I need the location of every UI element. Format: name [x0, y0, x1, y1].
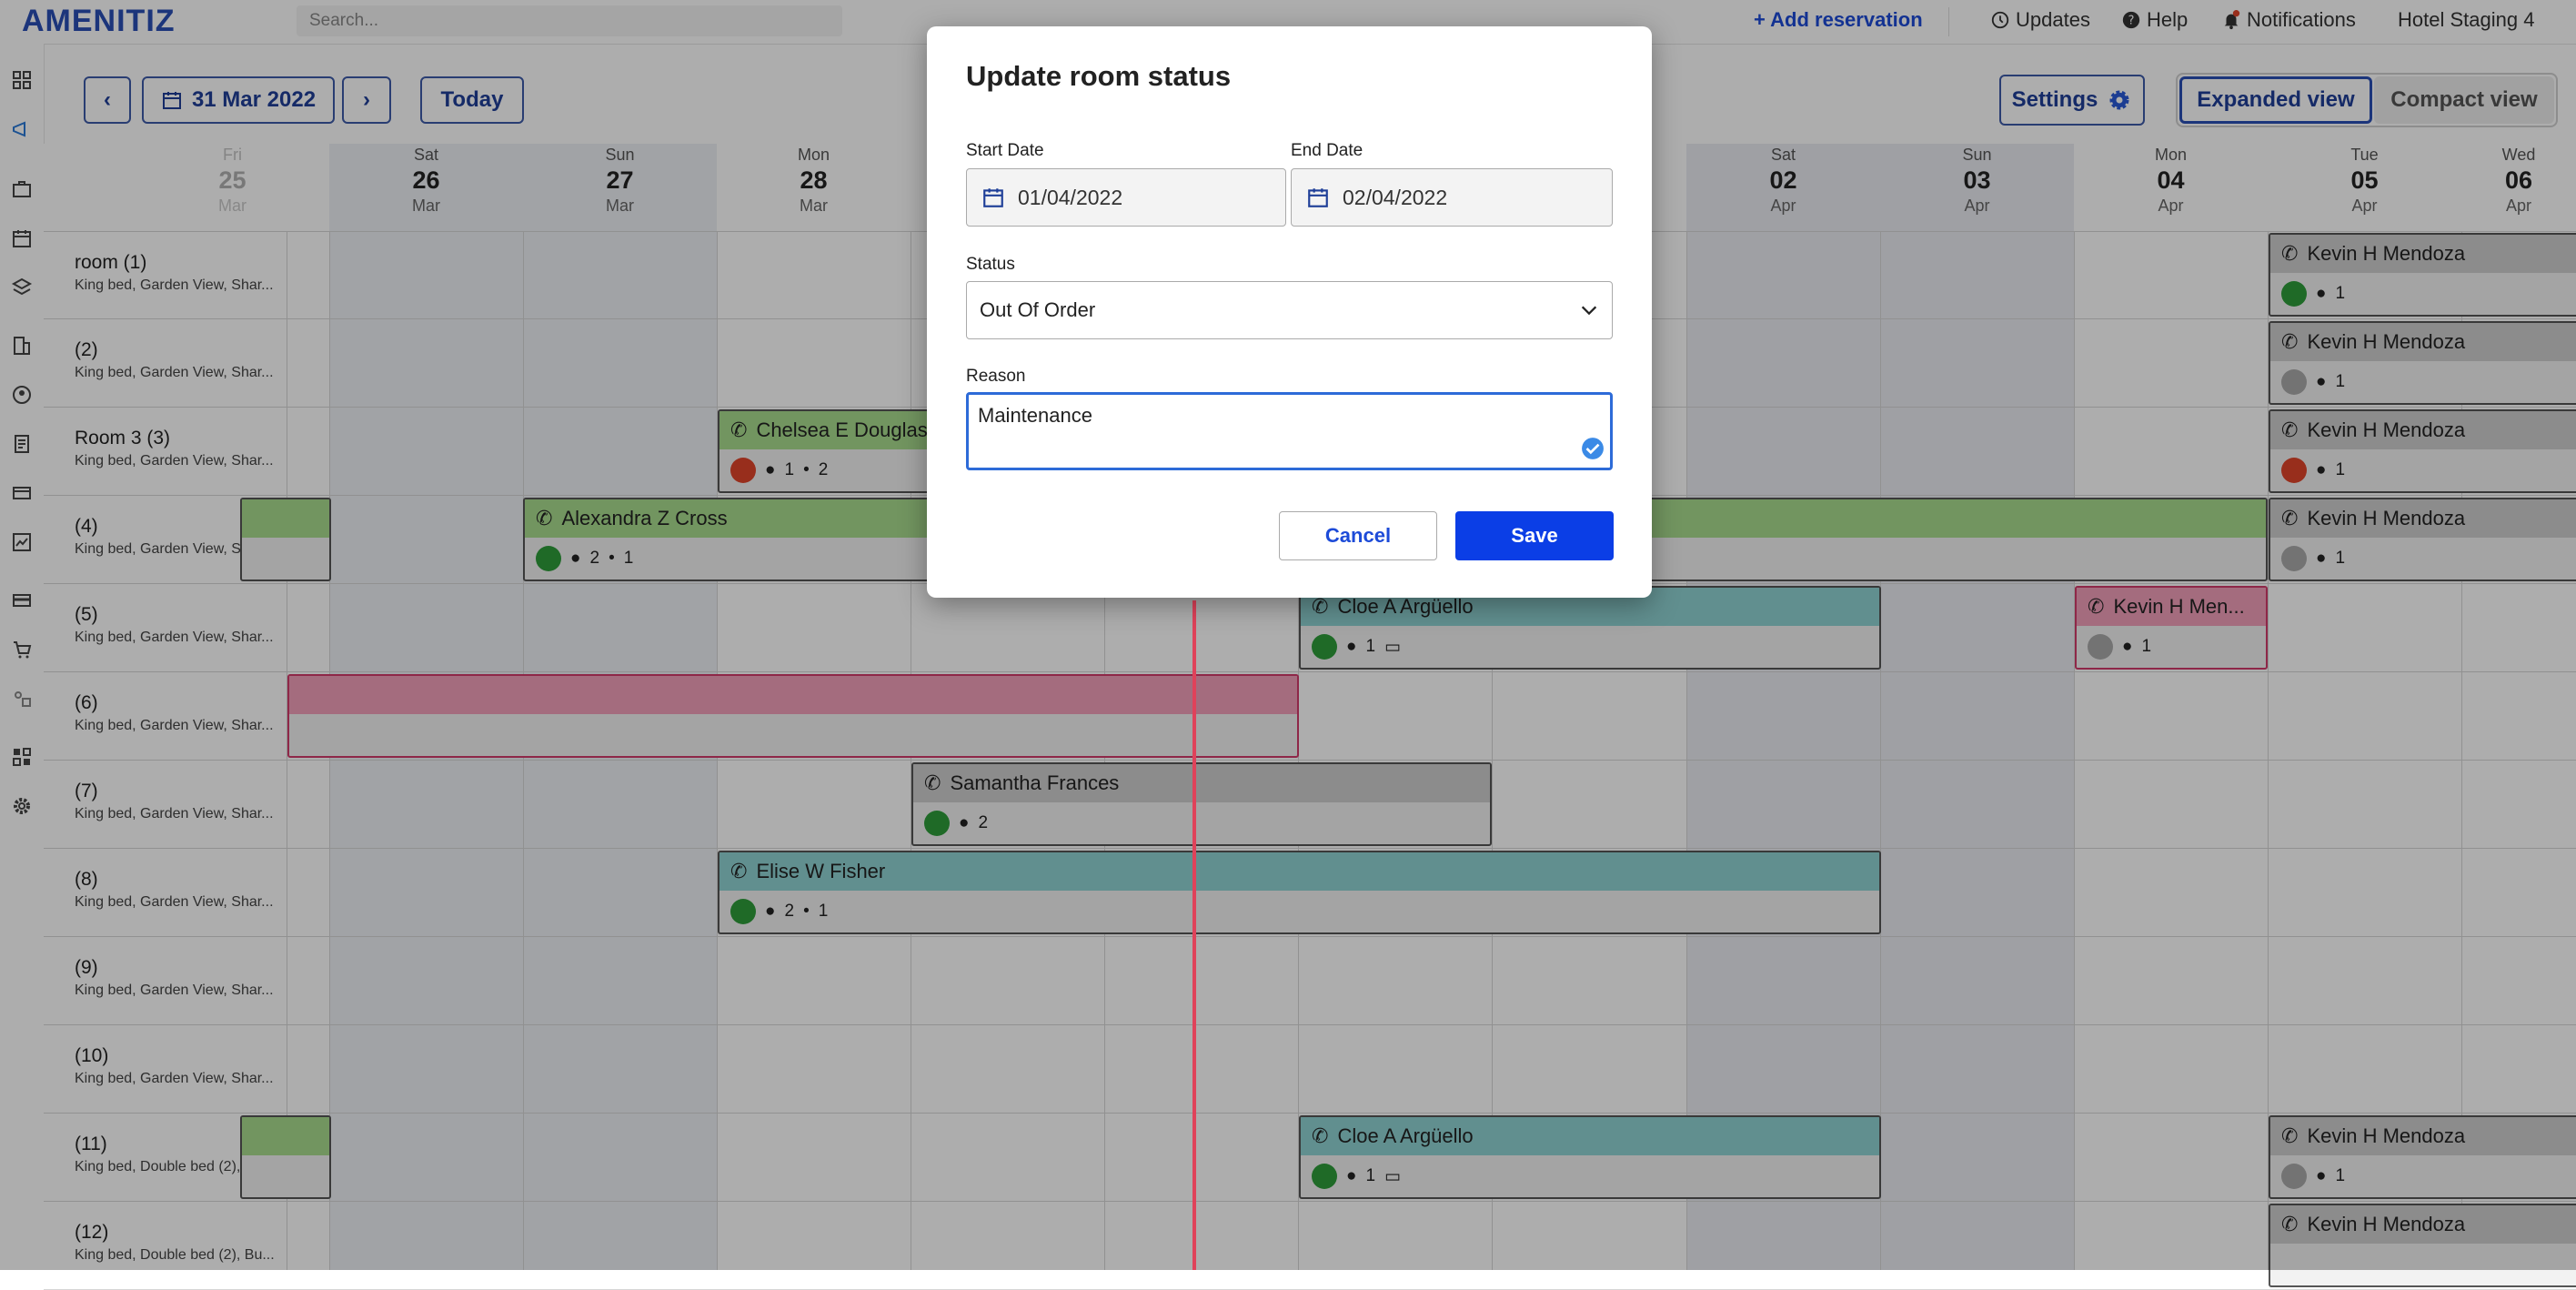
end-date-field[interactable]: 02/04/2022: [1291, 168, 1613, 227]
status-value: Out Of Order: [980, 298, 1096, 321]
check-circle-icon: [1582, 438, 1604, 459]
chevron-down-icon: [1581, 306, 1597, 316]
start-date-value: 01/04/2022: [1018, 185, 1123, 209]
end-date-label: End Date: [1291, 141, 1363, 160]
cancel-button[interactable]: Cancel: [1279, 511, 1437, 560]
start-date-label: Start Date: [966, 141, 1044, 160]
dialog-title: Update room status: [966, 60, 1232, 92]
reason-value: Maintenance: [978, 404, 1092, 427]
update-room-status-dialog: Update room status Start Date 01/04/2022…: [927, 26, 1652, 598]
status-label: Status: [966, 255, 1015, 274]
reason-textarea[interactable]: Maintenance: [966, 392, 1613, 470]
calendar-icon: [983, 188, 1003, 207]
reason-label: Reason: [966, 367, 1026, 386]
today-line: [1192, 600, 1196, 1270]
start-date-field[interactable]: 01/04/2022: [966, 168, 1286, 227]
end-date-value: 02/04/2022: [1343, 185, 1448, 209]
save-button[interactable]: Save: [1455, 511, 1614, 560]
calendar-icon: [1308, 188, 1328, 207]
status-select[interactable]: Out Of Order: [966, 281, 1613, 339]
